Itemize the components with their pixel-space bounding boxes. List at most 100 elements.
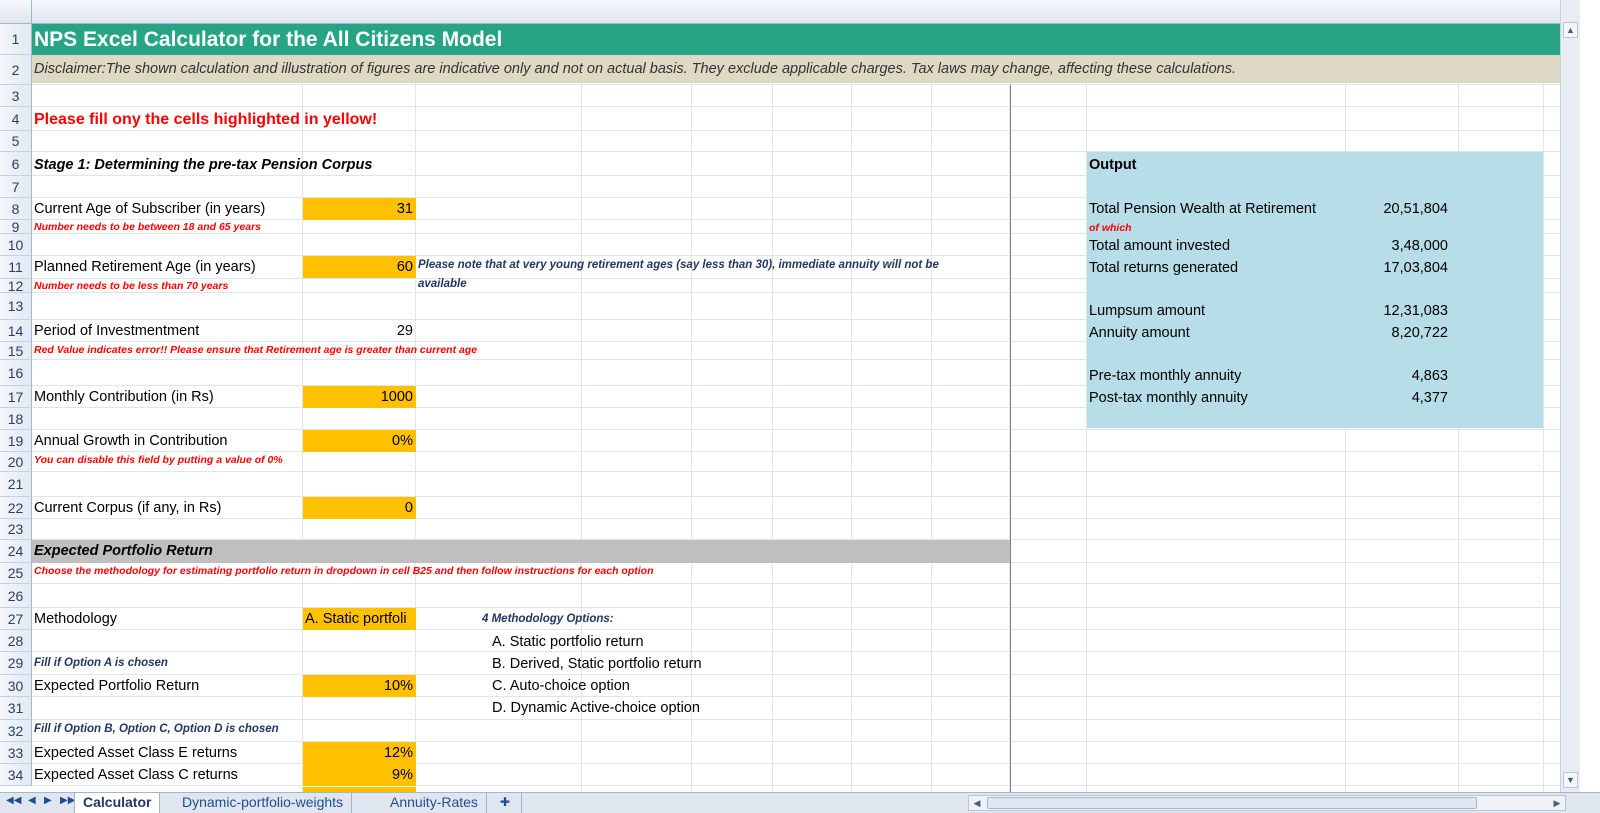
- returns-label: Total returns generated: [1089, 260, 1239, 276]
- growth-input[interactable]: 0%: [303, 430, 416, 452]
- row-header-21[interactable]: 21: [0, 472, 32, 497]
- pretax-annuity-label: Pre-tax monthly annuity: [1089, 368, 1242, 384]
- tab-dynamic-portfolio-weights[interactable]: Dynamic-portfolio-weights: [174, 793, 353, 813]
- scroll-down-icon[interactable]: ▼: [1563, 772, 1578, 788]
- row-header-34[interactable]: 34: [0, 764, 32, 786]
- vertical-scrollbar[interactable]: ▲ ▼: [1560, 0, 1580, 792]
- row-header-8[interactable]: 8: [0, 198, 32, 220]
- invested-label: Total amount invested: [1089, 238, 1231, 254]
- corpus-label: Current Corpus (if any, in Rs): [34, 500, 222, 516]
- expected-return-input[interactable]: 10%: [303, 675, 416, 697]
- monthly-contribution-input[interactable]: 1000: [303, 386, 416, 408]
- pretax-annuity-value: 4,863: [1411, 368, 1448, 384]
- row-header-20[interactable]: 20: [0, 452, 32, 472]
- spreadsheet-grid[interactable]: ABCDEFGHIJKL 123456789101112131415161718…: [0, 0, 1580, 792]
- row-header-29[interactable]: 29: [0, 652, 32, 675]
- row-header-19[interactable]: 19: [0, 430, 32, 452]
- monthly-contribution-label: Monthly Contribution (in Rs): [34, 389, 214, 405]
- row-header-3[interactable]: 3: [0, 85, 32, 107]
- next-sheet-icon[interactable]: ▶: [44, 795, 52, 806]
- scroll-left-icon[interactable]: ◀: [969, 796, 985, 810]
- tab-calculator[interactable]: Calculator: [74, 793, 161, 813]
- period-note: Red Value indicates error!! Please ensur…: [34, 344, 478, 356]
- grid-line-horizontal: [32, 451, 1580, 452]
- portfolio-note: Choose the methodology for estimating po…: [34, 565, 654, 577]
- grid-line-horizontal: [32, 651, 1580, 652]
- retire-age-remark-line1: Please note that at very young retiremen…: [418, 259, 939, 271]
- asset-c-label: Expected Asset Class C returns: [34, 767, 238, 783]
- row-header-15[interactable]: 15: [0, 342, 32, 360]
- grid-line-horizontal: [32, 496, 1580, 497]
- option-c: C. Auto-choice option: [492, 678, 630, 694]
- grid-line-horizontal: [32, 471, 1580, 472]
- retire-age-input[interactable]: 60: [303, 256, 416, 278]
- row-header-32[interactable]: 32: [0, 720, 32, 742]
- row-header-14[interactable]: 14: [0, 320, 32, 342]
- methodology-dropdown[interactable]: A. Static portfoli: [303, 608, 416, 630]
- scroll-right-icon[interactable]: ▶: [1549, 796, 1565, 810]
- posttax-annuity-label: Post-tax monthly annuity: [1089, 390, 1248, 406]
- grid-line-horizontal: [32, 106, 1580, 107]
- row-header-30[interactable]: 30: [0, 675, 32, 697]
- corpus-input[interactable]: 0: [303, 497, 416, 519]
- row-header-26[interactable]: 26: [0, 584, 32, 608]
- row-header-16[interactable]: 16: [0, 360, 32, 386]
- retire-age-label: Planned Retirement Age (in years): [34, 259, 256, 275]
- growth-label: Annual Growth in Contribution: [34, 433, 228, 449]
- lumpsum-value: 12,31,083: [1383, 303, 1448, 319]
- row-header-1[interactable]: 1: [0, 24, 32, 55]
- prev-sheet-icon[interactable]: ◀: [28, 795, 36, 806]
- row-header-13[interactable]: 13: [0, 293, 32, 320]
- asset-c-input[interactable]: 9%: [303, 764, 416, 786]
- row-header-6[interactable]: 6: [0, 152, 32, 176]
- row-header-5[interactable]: 5: [0, 131, 32, 152]
- current-age-input[interactable]: 31: [303, 198, 416, 220]
- grid-line-horizontal: [32, 607, 1580, 608]
- stage1-heading: Stage 1: Determining the pre-tax Pension…: [34, 157, 373, 173]
- row-header-24[interactable]: 24: [0, 540, 32, 563]
- scroll-up-icon[interactable]: ▲: [1563, 22, 1578, 38]
- methodology-label: Methodology: [34, 611, 118, 627]
- row-header-18[interactable]: 18: [0, 408, 32, 430]
- grid-line-horizontal: [32, 763, 1580, 764]
- select-all-corner[interactable]: [0, 0, 32, 24]
- row-header-27[interactable]: 27: [0, 608, 32, 630]
- row-header-31[interactable]: 31: [0, 697, 32, 720]
- first-sheet-icon[interactable]: ◀◀: [6, 795, 21, 806]
- fill-bcd-note: Fill if Option B, Option C, Option D is …: [34, 723, 279, 735]
- annuity-label: Annuity amount: [1089, 325, 1190, 341]
- row-header-28[interactable]: 28: [0, 630, 32, 652]
- sheet-title: NPS Excel Calculator for the All Citizen…: [34, 28, 503, 51]
- retire-age-remark-line2: available: [418, 278, 467, 290]
- total-wealth-value: 20,51,804: [1383, 201, 1448, 217]
- row-header-12[interactable]: 12: [0, 279, 32, 293]
- row-header-17[interactable]: 17: [0, 386, 32, 408]
- grid-line-horizontal: [32, 674, 1580, 675]
- row-header-4[interactable]: 4: [0, 107, 32, 131]
- disclaimer-bar: Disclaimer:The shown calculation and ill…: [32, 55, 1580, 83]
- expected-return-label: Expected Portfolio Return: [34, 678, 200, 694]
- row-header-25[interactable]: 25: [0, 563, 32, 584]
- row-header-11[interactable]: 11: [0, 256, 32, 279]
- grid-line-horizontal: [32, 583, 1580, 584]
- asset-e-input[interactable]: 12%: [303, 742, 416, 764]
- grid-line-horizontal: [32, 429, 1580, 430]
- row-header-33[interactable]: 33: [0, 742, 32, 764]
- horizontal-scrollbar[interactable]: ◀ ▶: [968, 795, 1566, 811]
- pane-split-line: [1010, 85, 1011, 792]
- grid-line-horizontal: [32, 84, 1580, 85]
- row-header-2[interactable]: 2: [0, 55, 32, 85]
- insert-sheet-icon[interactable]: ✚: [492, 793, 522, 813]
- tab-annuity-rates[interactable]: Annuity-Rates: [382, 793, 487, 813]
- asset-e-label: Expected Asset Class E returns: [34, 745, 238, 761]
- horizontal-scroll-thumb[interactable]: [987, 797, 1477, 809]
- row-header-10[interactable]: 10: [0, 234, 32, 256]
- grid-line-vertical: [851, 24, 852, 792]
- grid-line-horizontal: [32, 696, 1580, 697]
- row-header-7[interactable]: 7: [0, 176, 32, 198]
- row-header-9[interactable]: 9: [0, 220, 32, 234]
- row-header-23[interactable]: 23: [0, 519, 32, 540]
- output-title: Output: [1089, 157, 1137, 173]
- of-which-label: of which: [1089, 222, 1132, 234]
- row-header-22[interactable]: 22: [0, 497, 32, 519]
